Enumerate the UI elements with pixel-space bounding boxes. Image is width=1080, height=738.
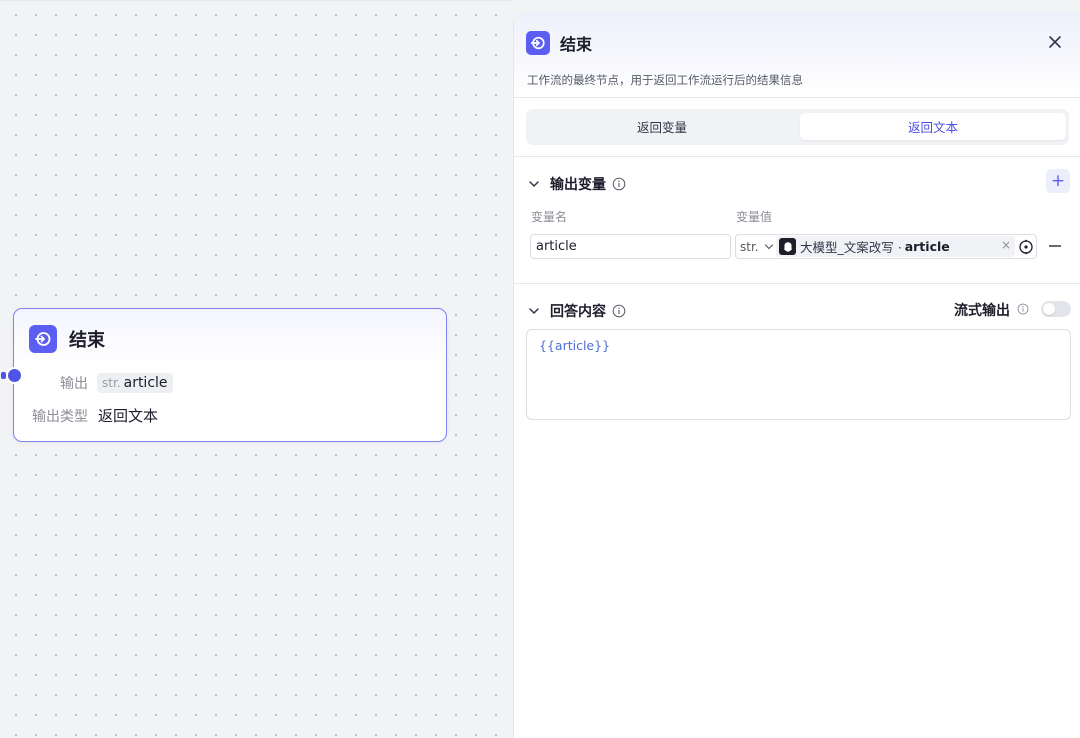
info-icon[interactable] <box>1017 303 1029 315</box>
panel-header: 结束 工作流的最终节点，用于返回工作流运行后的结果信息 <box>514 13 1080 98</box>
workflow-editor: 结束 输出 str. article 输出类型 返回文本 结束 工作流的最终节点… <box>0 0 1080 738</box>
node-output-type-value: 返回文本 <box>98 407 159 425</box>
answer-section-title: 回答内容 <box>550 304 606 320</box>
chevron-down-icon[interactable] <box>528 178 540 190</box>
output-mode-tabs: 返回变量 返回文本 <box>526 109 1069 145</box>
tab-return-variable[interactable]: 返回变量 <box>529 113 795 140</box>
panel-description: 工作流的最终节点，用于返回工作流运行后的结果信息 <box>527 73 803 87</box>
section-divider <box>514 283 1080 284</box>
column-header-name: 变量名 <box>531 210 568 224</box>
llm-node-icon <box>779 238 796 255</box>
end-node-card[interactable]: 结束 输出 str. article 输出类型 返回文本 <box>1 308 447 442</box>
variable-reference-tag[interactable]: 大模型_文案改写 · article × <box>776 236 1015 257</box>
stream-output-label: 流式输出 <box>954 303 1010 319</box>
column-header-value: 变量值 <box>736 210 773 224</box>
node-output-type: str. <box>102 376 121 390</box>
node-output-value: article <box>123 375 168 391</box>
remove-variable-button[interactable] <box>1048 237 1062 255</box>
tab-return-text[interactable]: 返回文本 <box>800 113 1066 140</box>
node-output-type-row: 输出类型 返回文本 <box>14 405 158 426</box>
node-header: 结束 <box>29 324 105 354</box>
node-output-row: 输出 str. article <box>14 373 173 393</box>
value-type-select[interactable]: str. <box>740 238 774 256</box>
section-divider <box>514 156 1080 157</box>
node-config-panel: 结束 工作流的最终节点，用于返回工作流运行后的结果信息 返回变量 返回文本 输出… <box>513 13 1080 738</box>
minus-icon <box>1049 245 1061 247</box>
variable-picker-icon[interactable] <box>1018 239 1034 255</box>
node-output-type-label: 输出类型 <box>32 408 88 425</box>
value-type-label: str. <box>740 240 759 254</box>
variable-value-field: str. 大模型_文案改写 · article × <box>735 234 1037 259</box>
clear-reference-icon[interactable]: × <box>1001 238 1011 252</box>
stream-output-toggle[interactable] <box>1041 301 1071 317</box>
output-section-title: 输出变量 <box>550 177 606 193</box>
reference-variable: article <box>904 239 950 254</box>
chevron-down-icon <box>764 244 773 250</box>
reference-source: 大模型_文案改写 · <box>800 240 902 255</box>
workflow-canvas[interactable]: 结束 输出 str. article 输出类型 返回文本 <box>0 0 513 738</box>
answer-content-editor[interactable]: {{article}} <box>526 329 1071 420</box>
end-node-icon <box>526 31 550 55</box>
info-icon[interactable] <box>612 177 626 191</box>
panel-title: 结束 <box>560 35 593 54</box>
node-title: 结束 <box>69 330 105 351</box>
answer-section-header[interactable]: 回答内容 <box>528 301 626 321</box>
output-section-header[interactable]: 输出变量 <box>528 174 626 194</box>
info-icon[interactable] <box>612 304 626 318</box>
close-icon[interactable] <box>1048 35 1062 49</box>
node-output-chip: str. article <box>97 373 173 393</box>
end-node-icon <box>29 325 57 353</box>
node-output-label: 输出 <box>60 376 88 392</box>
add-variable-button[interactable]: + <box>1046 169 1070 193</box>
chevron-down-icon[interactable] <box>528 305 540 317</box>
variable-name-input[interactable] <box>530 234 731 259</box>
